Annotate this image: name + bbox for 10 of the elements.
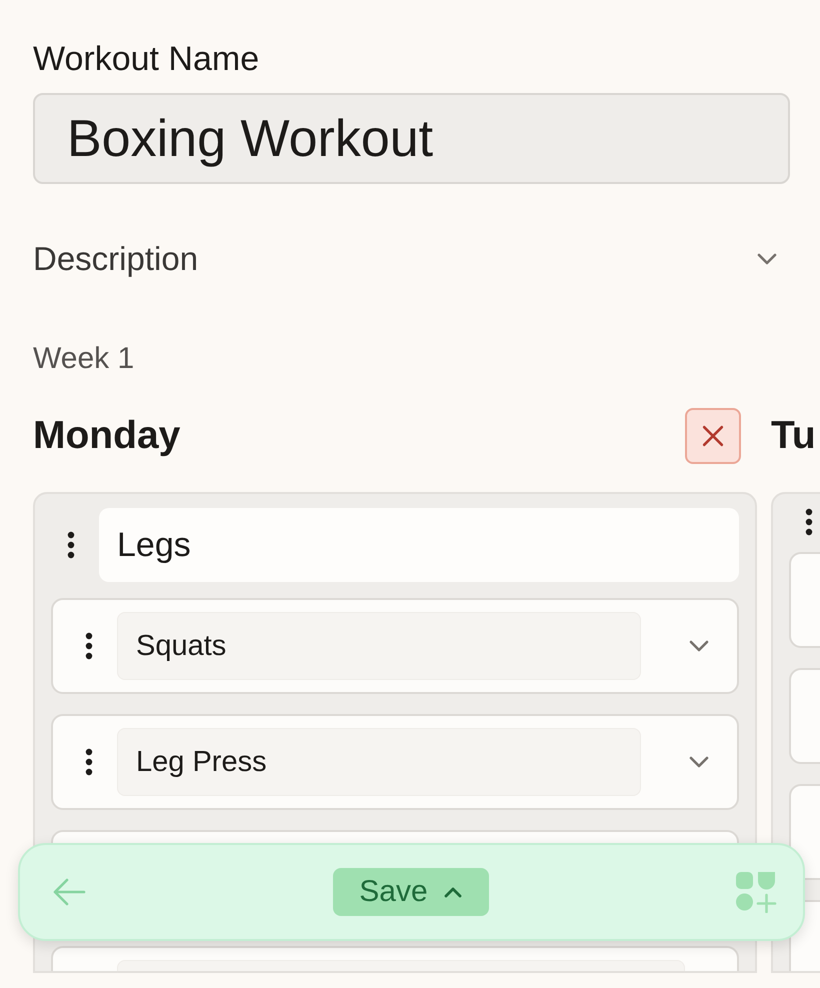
week-label: Week 1 [33,342,134,376]
group-name-field[interactable]: Legs [99,508,739,582]
day-title: Monday [33,414,180,458]
section-toggle[interactable]: Description [33,240,198,278]
workout-name-field[interactable]: Boxing Workout [33,93,790,184]
field-label: Workout Name [33,40,260,79]
exercise-name-field[interactable]: Squats [117,612,641,680]
day-title: Tu [771,414,816,458]
save-button[interactable]: Save [332,868,488,916]
exercise-name-field[interactable]: Leg Press [117,728,641,796]
